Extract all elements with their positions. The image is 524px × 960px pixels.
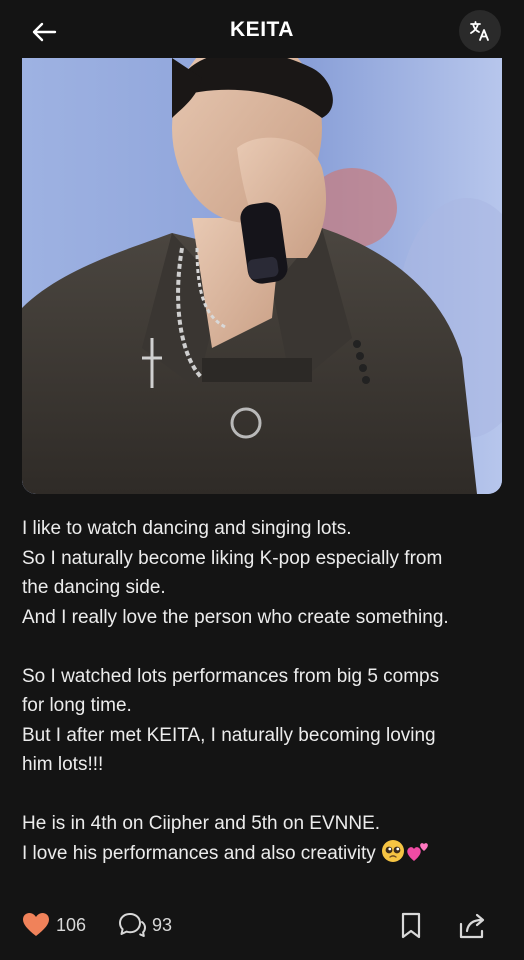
like-count: 106 [56,914,87,935]
post-line [22,632,504,662]
translate-button[interactable] [459,10,501,52]
share-icon [459,913,485,939]
share-button[interactable] [458,912,488,940]
bookmark-button[interactable] [400,912,422,940]
post-line: I love his performances and also creativ… [22,842,376,864]
post-line: And I really love the person who create … [22,606,449,628]
post-line: the dancing side. [22,577,166,598]
post-line-with-emoji: I love his performances and also creativ… [22,839,504,869]
post-actions-bar: 106 93 [0,912,524,960]
post-line: So I watched lots performances from big … [22,665,440,687]
pleading-face-emoji [382,839,405,862]
post-line: He is in 4th on Ciipher and 5th on EVNNE… [22,813,381,834]
post-line: I like to watch dancing and singing lots… [22,518,352,539]
bookmark-icon [401,912,421,939]
post-line: But I after met KEITA, I naturally becom… [22,724,436,746]
comment-button[interactable]: 93 [118,912,172,938]
comment-count: 93 [152,914,173,935]
comment-icon [119,913,146,937]
post-photo[interactable] [22,58,502,494]
performer-photo [22,58,502,494]
page-title: KEITA [230,18,294,41]
post-line: for long time. [22,695,132,716]
translate-icon [470,21,489,41]
post-text: I like to watch dancing and singing lots… [22,514,504,868]
heart-icon [23,913,49,936]
header: KEITA [0,0,524,62]
post-line: So I naturally become liking K-pop espec… [22,547,443,569]
post-line [22,780,504,810]
like-button[interactable]: 106 [22,912,86,938]
two-hearts-emoji [407,842,428,861]
post-line: him lots!!! [22,754,104,775]
